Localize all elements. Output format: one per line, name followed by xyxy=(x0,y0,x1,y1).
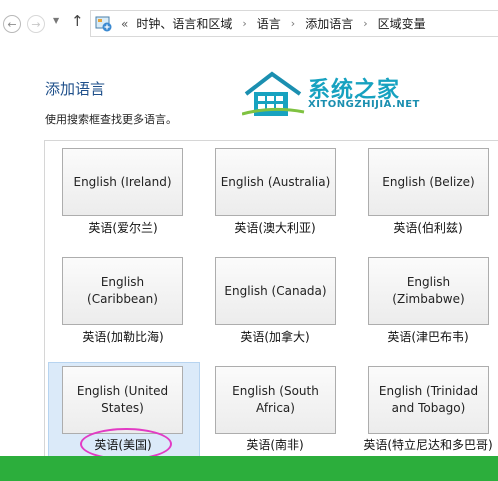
back-arrow-icon: ← xyxy=(7,17,17,31)
breadcrumb-separator-icon[interactable]: › xyxy=(242,17,246,30)
address-bar[interactable]: « 时钟、语言和区域 › 语言 › 添加语言 › 区域变量 xyxy=(90,10,498,37)
language-caption: 英语(特立尼达和多巴哥) xyxy=(363,438,493,452)
language-caption: 英语(爱尔兰) xyxy=(88,221,158,235)
language-card-trinidad-and-tobago[interactable]: English (Trinidad and Tobago) xyxy=(368,366,489,434)
language-caption: 英语(加勒比海) xyxy=(82,330,164,344)
overflow-chevron[interactable]: « xyxy=(121,17,128,31)
language-card-south-africa[interactable]: English (South Africa) xyxy=(215,366,336,434)
language-card-caribbean[interactable]: English (Caribbean) xyxy=(62,257,183,325)
language-caption: 英语(澳大利亚) xyxy=(234,221,316,235)
up-button[interactable]: ↑ xyxy=(71,12,84,30)
breadcrumb-add-language[interactable]: 添加语言 xyxy=(305,15,353,32)
language-caption: 英语(南非) xyxy=(246,438,304,452)
back-button[interactable]: ← xyxy=(3,15,21,33)
forward-button[interactable]: → xyxy=(27,15,45,33)
language-card-canada[interactable]: English (Canada) xyxy=(215,257,336,325)
language-card-zimbabwe[interactable]: English (Zimbabwe) xyxy=(368,257,489,325)
language-card-australia[interactable]: English (Australia) xyxy=(215,148,336,216)
breadcrumb-regional-variants[interactable]: 区域变量 xyxy=(378,15,426,32)
language-card-belize[interactable]: English (Belize) xyxy=(368,148,489,216)
control-panel-icon xyxy=(93,14,115,34)
language-card-united-states[interactable]: English (United States) xyxy=(62,366,183,434)
recent-locations-dropdown[interactable]: ▼ xyxy=(53,16,59,25)
page-subtitle: 使用搜索框查找更多语言。 xyxy=(45,113,177,126)
watermark-url: XITONGZHIJIA.NET xyxy=(308,99,420,110)
page-title: 添加语言 xyxy=(45,80,106,98)
forward-arrow-icon: → xyxy=(31,17,41,31)
breadcrumb-separator-icon[interactable]: › xyxy=(291,17,295,30)
breadcrumb-separator-icon[interactable]: › xyxy=(363,17,367,30)
language-caption: 英语(加拿大) xyxy=(240,330,310,344)
house-logo-icon xyxy=(241,71,305,116)
language-caption: 英语(伯利兹) xyxy=(393,221,463,235)
window: ← → ▼ ↑ « 时钟、语言和区域 › 语言 › 添加语言 › 区域变量 添加… xyxy=(0,0,498,481)
language-caption: 英语(津巴布韦) xyxy=(387,330,469,344)
breadcrumb-clock-language-region[interactable]: 时钟、语言和区域 xyxy=(136,15,232,32)
watermark-logo: 系统之家 XITONGZHIJIA.NET xyxy=(241,70,442,122)
bottom-bar xyxy=(0,456,498,481)
language-card-ireland[interactable]: English (Ireland) xyxy=(62,148,183,216)
breadcrumb-language[interactable]: 语言 xyxy=(257,15,281,32)
navigation-bar: ← → ▼ ↑ « 时钟、语言和区域 › 语言 › 添加语言 › 区域变量 xyxy=(0,0,498,46)
